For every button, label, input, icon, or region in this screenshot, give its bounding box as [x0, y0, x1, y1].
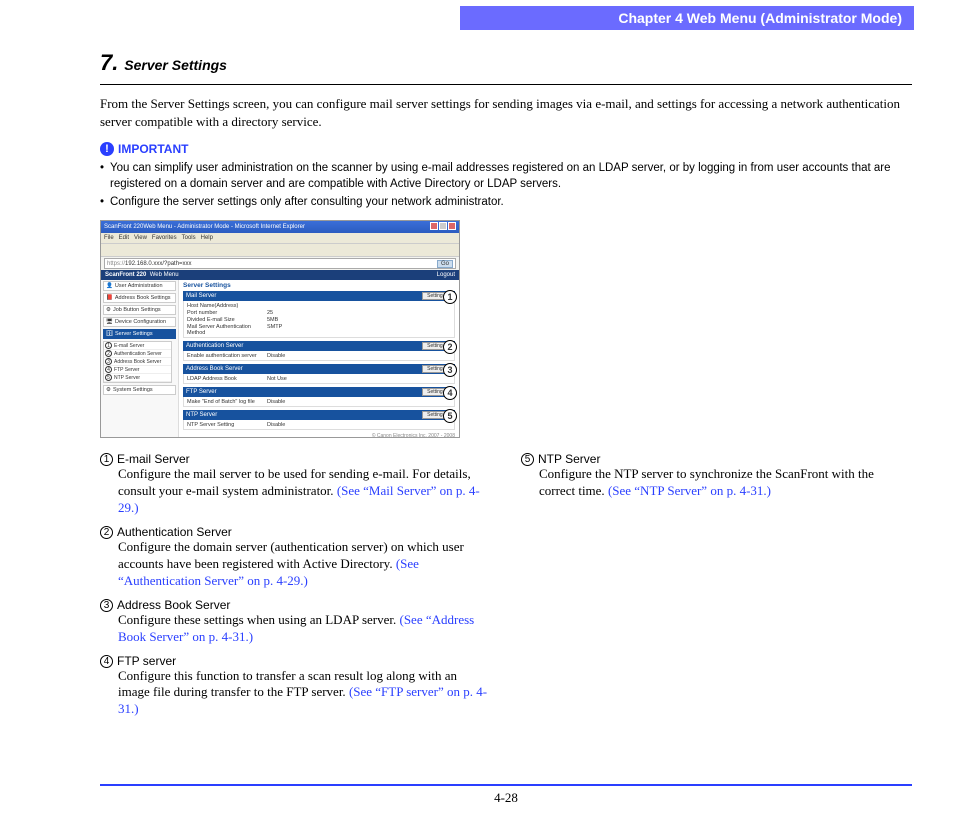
- section-name: Server Settings: [124, 57, 227, 73]
- page-content: 7. Server Settings From the Server Setti…: [0, 30, 954, 726]
- title-divider: [100, 84, 912, 85]
- sidebar: 👤User Administration 📕Address Book Setti…: [101, 280, 179, 438]
- bullet-1: You can simplify user administration on …: [110, 160, 912, 192]
- main-panel: Server Settings 1 Mail ServerSetting > H…: [179, 280, 459, 438]
- page-number: 4-28: [100, 790, 912, 806]
- def-ntp-server: 5NTP Server Configure the NTP server to …: [521, 452, 912, 500]
- important-icon: !: [100, 142, 114, 156]
- menubar: FileEditViewFavoritesToolsHelp: [101, 233, 459, 243]
- link-ntp-server[interactable]: (See “NTP Server” on p. 4-31.): [608, 483, 771, 498]
- left-column: 1E-mail Server Configure the mail server…: [100, 452, 491, 726]
- def-address-book-server: 3Address Book Server Configure these set…: [100, 598, 491, 646]
- right-column: 5NTP Server Configure the NTP server to …: [521, 452, 912, 726]
- def-ftp-server: 4FTP server Configure this function to t…: [100, 654, 491, 719]
- browser-toolbar: [101, 243, 459, 257]
- bullet-2: Configure the server settings only after…: [110, 194, 504, 210]
- section-number: 7.: [100, 50, 118, 75]
- section-title: 7. Server Settings: [100, 50, 912, 76]
- url-bar: https://192.168.0.xxx/?path=xxx Go: [104, 258, 456, 269]
- important-label: IMPORTANT: [118, 142, 188, 156]
- brand-bar: ScanFront 220 Web Menu Logout: [101, 270, 459, 280]
- page-footer: 4-28: [100, 784, 912, 806]
- def-auth-server: 2Authentication Server Configure the dom…: [100, 525, 491, 590]
- embedded-screenshot: ScanFront 220Web Menu - Administrator Mo…: [100, 220, 460, 438]
- important-heading: ! IMPORTANT: [100, 142, 912, 156]
- important-bullets: •You can simplify user administration on…: [100, 160, 912, 210]
- window-controls: [429, 222, 456, 232]
- def-email-server: 1E-mail Server Configure the mail server…: [100, 452, 491, 517]
- chapter-header: Chapter 4 Web Menu (Administrator Mode): [460, 6, 914, 30]
- intro-text: From the Server Settings screen, you can…: [100, 95, 912, 130]
- window-title: ScanFront 220Web Menu - Administrator Mo…: [104, 224, 305, 230]
- footer-divider: [100, 784, 912, 786]
